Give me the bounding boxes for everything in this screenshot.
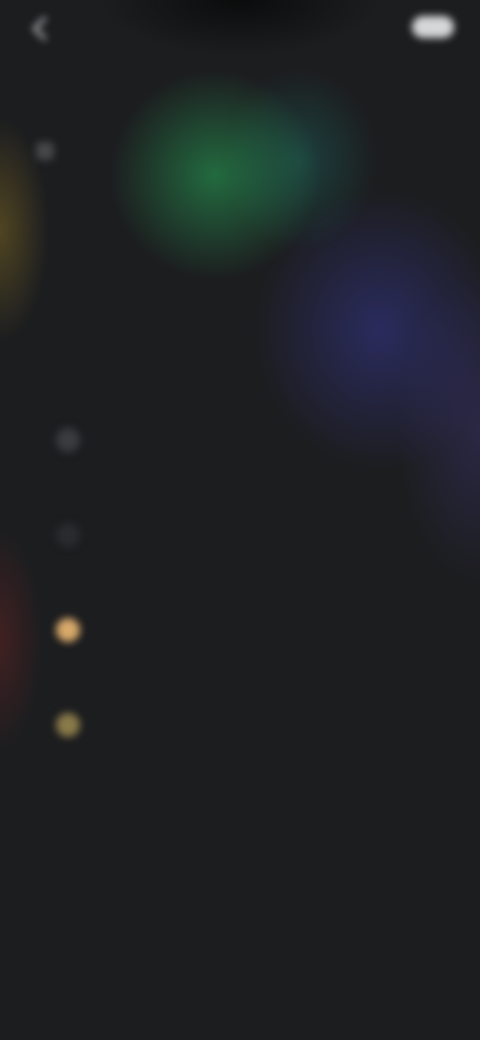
- top-bar: [26, 14, 454, 42]
- logo-icon: [36, 142, 54, 160]
- feature-item: [50, 505, 430, 600]
- feature-item: [50, 695, 430, 790]
- bolt-icon: [56, 618, 80, 642]
- sparkle-icon: [56, 428, 80, 452]
- feature-list: [50, 410, 430, 790]
- feature-item: [50, 600, 430, 695]
- star-icon: [56, 713, 80, 737]
- circle-icon: [56, 523, 80, 547]
- chevron-left-icon[interactable]: [32, 16, 57, 41]
- blurred-onboarding-screen: [0, 0, 480, 1040]
- feature-item: [50, 410, 430, 505]
- top-action-button[interactable]: [412, 16, 454, 38]
